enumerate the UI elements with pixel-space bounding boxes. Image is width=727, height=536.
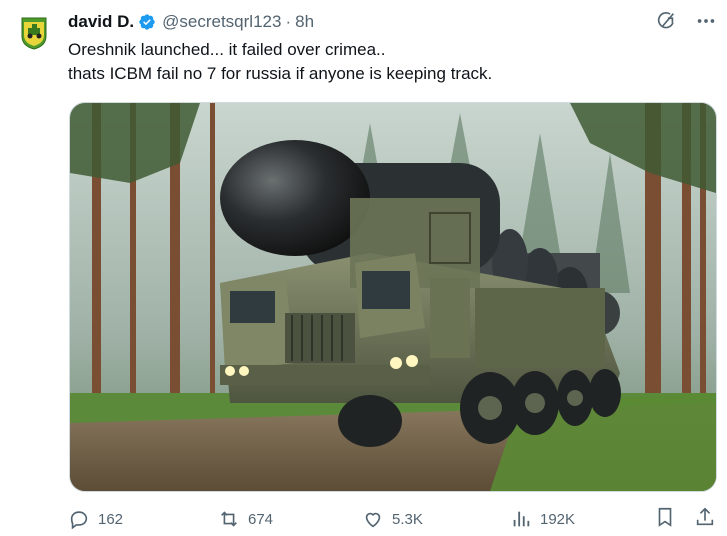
avatar[interactable] (20, 14, 48, 50)
grok-icon[interactable] (655, 10, 677, 32)
repost-icon (221, 511, 237, 527)
views-count: 192K (540, 510, 576, 528)
share-icon[interactable] (694, 506, 716, 528)
tweet-actions: 162 674 5.3K 192K (68, 506, 716, 532)
verified-badge-icon (138, 13, 156, 31)
separator-dot: · (285, 12, 292, 31)
timestamp[interactable]: 8h (295, 12, 314, 32)
secondary-actions (654, 506, 716, 528)
reply-count: 162 (98, 510, 124, 528)
avatar-crest-icon (21, 17, 47, 50)
repost-button[interactable]: 674 (218, 506, 273, 532)
author-name[interactable]: david D. (68, 12, 134, 32)
tweet-header: david D. @secretsqrl123 · 8h (68, 10, 314, 34)
header-actions (655, 10, 717, 32)
like-count: 5.3K (392, 510, 423, 528)
missile-launcher-illustration (70, 103, 716, 491)
repost-count: 674 (248, 510, 274, 528)
reply-button[interactable]: 162 (68, 506, 123, 532)
views-button[interactable]: 192K (510, 506, 575, 532)
like-icon (365, 512, 381, 528)
views-icon (513, 511, 530, 527)
tweet-text-line-1: Oreshnik launched... it failed over crim… (68, 40, 386, 59)
like-button[interactable]: 5.3K (362, 506, 423, 532)
tweet-text-line-2: thats ICBM fail no 7 for russia if anyon… (68, 64, 493, 83)
bookmark-icon[interactable] (654, 506, 676, 528)
tweet-text: Oreshnik launched... it failed over crim… (68, 38, 708, 86)
author-handle[interactable]: @secretsqrl123 (162, 12, 281, 32)
reply-icon (70, 511, 88, 530)
tweet-photo[interactable] (69, 102, 717, 492)
more-icon[interactable] (695, 10, 717, 32)
